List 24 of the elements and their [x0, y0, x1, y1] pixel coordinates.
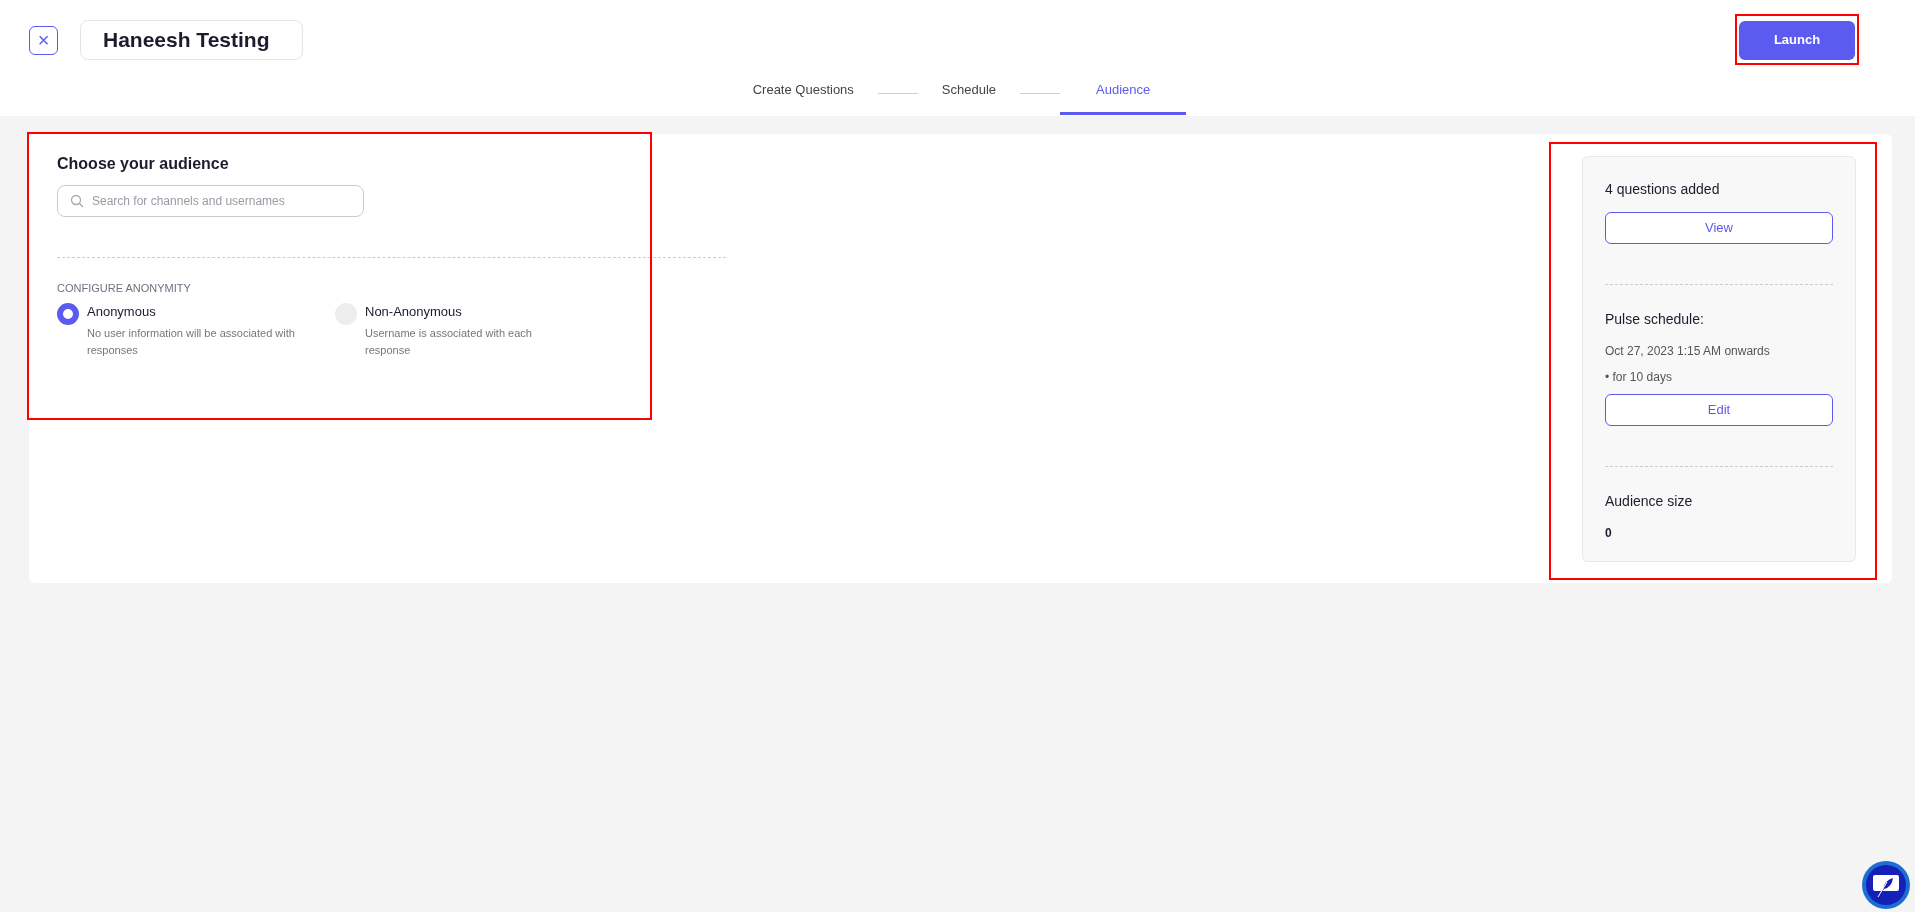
- edit-button[interactable]: Edit: [1605, 394, 1833, 426]
- audience-count: 0: [1605, 525, 1613, 542]
- launch-button[interactable]: Launch: [1739, 20, 1855, 60]
- view-button[interactable]: View: [1605, 212, 1833, 244]
- option-description: Username is associated with each response: [365, 325, 533, 358]
- section-label: CONFIGURE ANONYMITY: [57, 281, 192, 297]
- option-description: No user information will be associated with responses: [87, 325, 296, 358]
- step-tab[interactable]: Create Questions: [728, 74, 878, 115]
- close-button[interactable]: ×: [29, 25, 58, 55]
- summary-title: Pulse schedule:: [1605, 310, 1705, 329]
- option-label: Non-Anonymous: [365, 302, 463, 321]
- chat-icon[interactable]: [1861, 860, 1911, 910]
- summary-title: Audience size: [1605, 492, 1694, 511]
- schedule-text: Oct 27, 2023 1:15 AM onwards: [1605, 343, 1771, 360]
- option-label: Anonymous: [87, 302, 157, 321]
- radio-button[interactable]: [57, 302, 79, 325]
- summary-title: 4 questions added: [1605, 180, 1721, 199]
- step-tab[interactable]: Audience: [1060, 74, 1187, 115]
- schedule-text: • for 10 days: [1605, 369, 1673, 386]
- title-field[interactable]: Haneesh Testing: [80, 20, 303, 60]
- search-icon: [70, 194, 84, 209]
- step-tab[interactable]: Schedule: [917, 74, 1021, 115]
- section-heading: Choose your audience: [57, 154, 230, 174]
- search-field[interactable]: Search for channels and usernames: [57, 185, 364, 218]
